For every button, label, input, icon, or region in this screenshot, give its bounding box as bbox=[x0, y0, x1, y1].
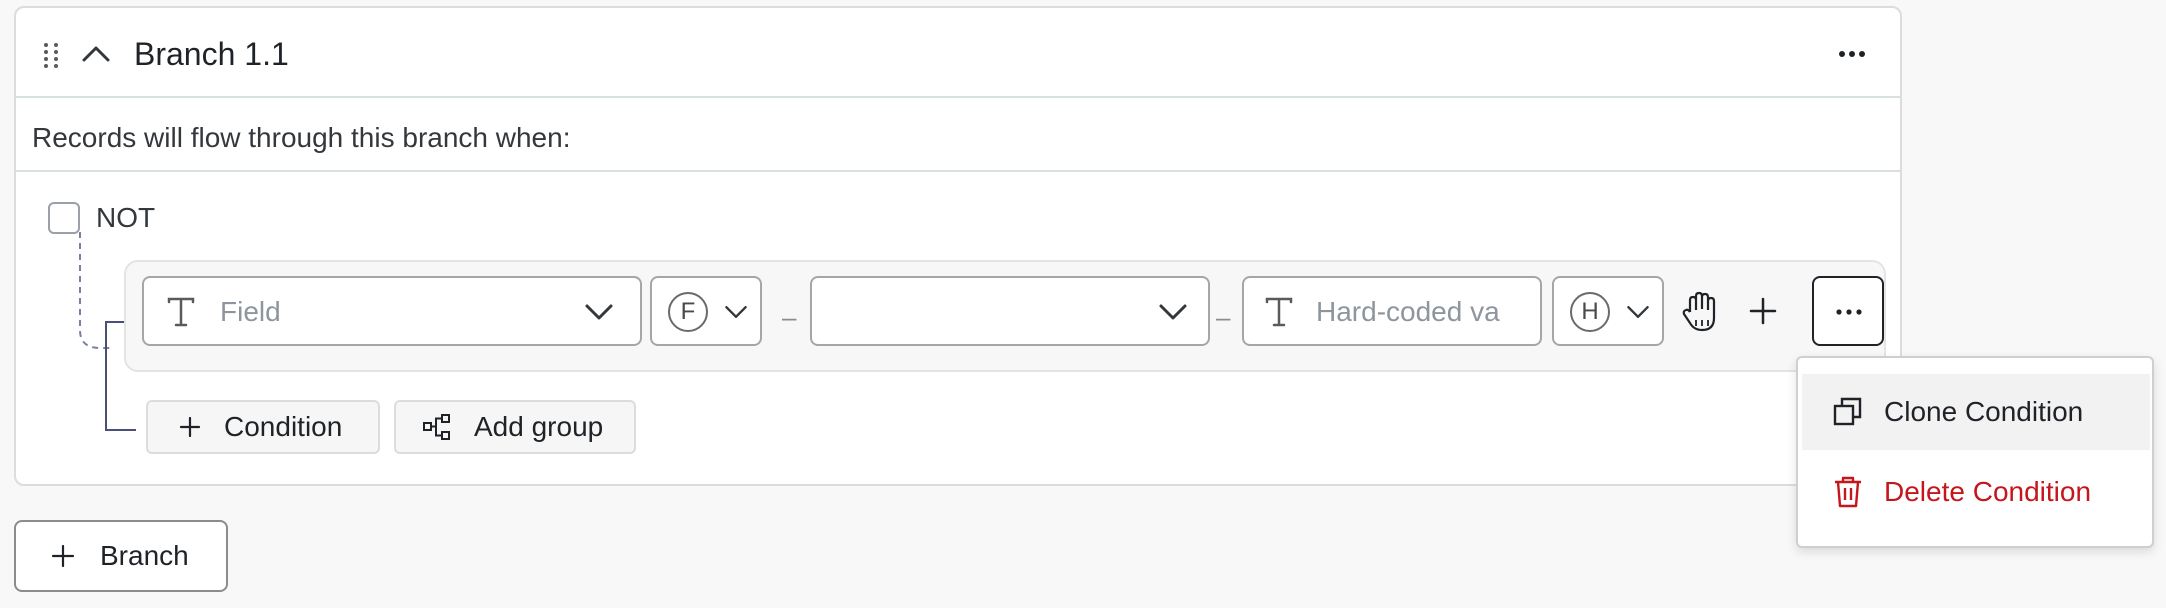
branch-card: Branch 1.1 Records will flow through thi… bbox=[14, 6, 1902, 486]
chevron-down-icon bbox=[1159, 304, 1187, 320]
add-branch-label: Branch bbox=[100, 540, 189, 571]
add-condition-button[interactable]: Condition bbox=[146, 400, 380, 454]
value-type-select[interactable]: H bbox=[1552, 276, 1664, 346]
field-placeholder: Field bbox=[220, 296, 281, 327]
drag-handle-icon[interactable] bbox=[42, 42, 60, 68]
text-type-icon bbox=[167, 297, 195, 327]
separator: – bbox=[1216, 302, 1231, 332]
separator: – bbox=[782, 302, 797, 332]
clone-condition-label: Clone Condition bbox=[1884, 396, 2084, 427]
grab-hand-icon[interactable] bbox=[1680, 290, 1720, 334]
page: Branch 1.1 Records will flow through thi… bbox=[0, 0, 2166, 608]
divider bbox=[16, 170, 1900, 172]
clone-condition-item[interactable]: Clone Condition bbox=[1802, 374, 2150, 450]
value-placeholder: Hard-coded va bbox=[1316, 296, 1500, 327]
function-badge-icon: F bbox=[668, 292, 708, 332]
operator-select[interactable] bbox=[810, 276, 1210, 346]
add-group-label: Add group bbox=[474, 411, 604, 442]
condition-more-button[interactable] bbox=[1812, 276, 1884, 346]
delete-condition-label: Delete Condition bbox=[1884, 476, 2092, 507]
chevron-down-icon bbox=[725, 306, 747, 318]
chevron-up-icon[interactable] bbox=[76, 34, 116, 74]
more-dots-icon bbox=[1836, 309, 1862, 315]
add-group-button[interactable]: Add group bbox=[394, 400, 636, 454]
add-condition-icon[interactable] bbox=[1746, 294, 1780, 328]
condition-context-menu: Clone Condition Delete Condition bbox=[1796, 356, 2154, 548]
chevron-down-icon bbox=[1627, 306, 1649, 318]
group-tree-icon bbox=[423, 414, 450, 440]
plus-icon bbox=[51, 544, 75, 568]
value-badge-icon: H bbox=[1570, 292, 1610, 332]
condition-group: Field F – – Hard-coded va H bbox=[124, 260, 1886, 372]
function-select[interactable]: F bbox=[650, 276, 762, 346]
text-type-icon bbox=[1265, 297, 1293, 327]
add-condition-label: Condition bbox=[224, 411, 343, 442]
branch-title: Branch 1.1 bbox=[134, 36, 289, 72]
trash-icon bbox=[1835, 476, 1861, 508]
value-input[interactable]: Hard-coded va bbox=[1242, 276, 1542, 346]
plus-icon bbox=[179, 416, 201, 438]
field-select[interactable]: Field bbox=[142, 276, 642, 346]
branch-header: Branch 1.1 bbox=[16, 8, 1900, 98]
chevron-down-icon bbox=[585, 304, 613, 320]
clone-icon bbox=[1833, 397, 1862, 426]
flow-description: Records will flow through this branch wh… bbox=[32, 122, 571, 153]
add-branch-button[interactable]: Branch bbox=[14, 520, 228, 592]
branch-more-icon[interactable] bbox=[1830, 34, 1874, 74]
delete-condition-item[interactable]: Delete Condition bbox=[1802, 454, 2150, 530]
